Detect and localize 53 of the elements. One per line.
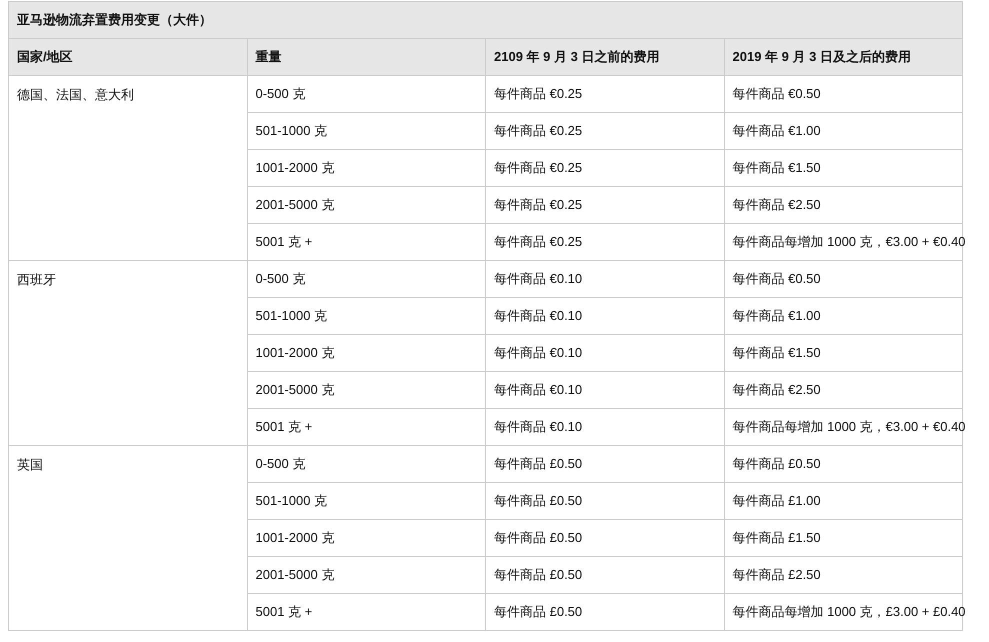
table-cell: 每件商品 €0.50 xyxy=(724,76,962,112)
table-cell: 0-500 克 xyxy=(247,76,486,112)
table-cell: 每件商品 £0.50 xyxy=(486,446,724,482)
table-cell: 每件商品 €2.50 xyxy=(724,186,962,224)
table-cell: 每件商品 £1.50 xyxy=(724,520,962,556)
table-cell: 0-500 克 xyxy=(247,446,486,482)
table-cell: 1001-2000 克 xyxy=(247,150,486,186)
table-cell: 每件商品 €2.50 xyxy=(724,372,962,408)
table-cell: 德国、法国、意大利 xyxy=(8,76,247,260)
table-cell: 每件商品 £0.50 xyxy=(724,446,962,482)
column-header: 国家/地区 xyxy=(8,38,247,76)
table-cell: 2001-5000 克 xyxy=(247,186,486,224)
table-cell: 每件商品 €1.50 xyxy=(724,334,962,372)
table-cell: 2001-5000 克 xyxy=(247,556,486,594)
table-cell: 每件商品 €0.10 xyxy=(486,260,724,298)
table-cell: 501-1000 克 xyxy=(247,482,486,520)
table-title: 亚马逊物流弃置费用变更（大件） xyxy=(8,2,962,38)
table-cell: 每件商品 £0.50 xyxy=(486,482,724,520)
table-cell: 英国 xyxy=(8,446,247,630)
column-header: 重量 xyxy=(247,38,486,76)
table-cell: 每件商品 €0.10 xyxy=(486,408,724,446)
table-cell: 每件商品每增加 1000 克，€3.00 + €0.40 xyxy=(724,224,962,260)
table-cell: 每件商品 €0.50 xyxy=(724,260,962,298)
table-cell: 每件商品 €0.25 xyxy=(486,186,724,224)
table-cell: 每件商品 £0.50 xyxy=(486,594,724,630)
table-cell: 每件商品 €1.50 xyxy=(724,150,962,186)
table-cell: 每件商品每增加 1000 克，£3.00 + £0.40 xyxy=(724,594,962,630)
table-cell: 2001-5000 克 xyxy=(247,372,486,408)
table-cell: 每件商品 €0.25 xyxy=(486,76,724,112)
table-cell: 每件商品 €0.25 xyxy=(486,224,724,260)
table-cell: 501-1000 克 xyxy=(247,112,486,150)
table-cell: 5001 克 + xyxy=(247,224,486,260)
table-cell: 每件商品每增加 1000 克，€3.00 + €0.40 xyxy=(724,408,962,446)
table-cell: 西班牙 xyxy=(8,260,247,446)
table-cell: 每件商品 €1.00 xyxy=(724,298,962,334)
table-cell: 每件商品 £0.50 xyxy=(486,556,724,594)
table-cell: 5001 克 + xyxy=(247,408,486,446)
table-cell: 1001-2000 克 xyxy=(247,520,486,556)
table-cell: 5001 克 + xyxy=(247,594,486,630)
table-cell: 每件商品 £2.50 xyxy=(724,556,962,594)
table-cell: 0-500 克 xyxy=(247,260,486,298)
table-cell: 每件商品 €1.00 xyxy=(724,112,962,150)
table-cell: 501-1000 克 xyxy=(247,298,486,334)
column-header: 2109 年 9 月 3 日之前的费用 xyxy=(486,38,724,76)
column-header: 2019 年 9 月 3 日及之后的费用 xyxy=(724,38,962,76)
table-cell: 每件商品 €0.10 xyxy=(486,372,724,408)
table-cell: 每件商品 €0.10 xyxy=(486,334,724,372)
table-cell: 每件商品 €0.25 xyxy=(486,150,724,186)
table-cell: 每件商品 €0.10 xyxy=(486,298,724,334)
table-cell: 每件商品 €0.25 xyxy=(486,112,724,150)
table-cell: 每件商品 £1.00 xyxy=(724,482,962,520)
table-cell: 每件商品 £0.50 xyxy=(486,520,724,556)
table-cell: 1001-2000 克 xyxy=(247,334,486,372)
